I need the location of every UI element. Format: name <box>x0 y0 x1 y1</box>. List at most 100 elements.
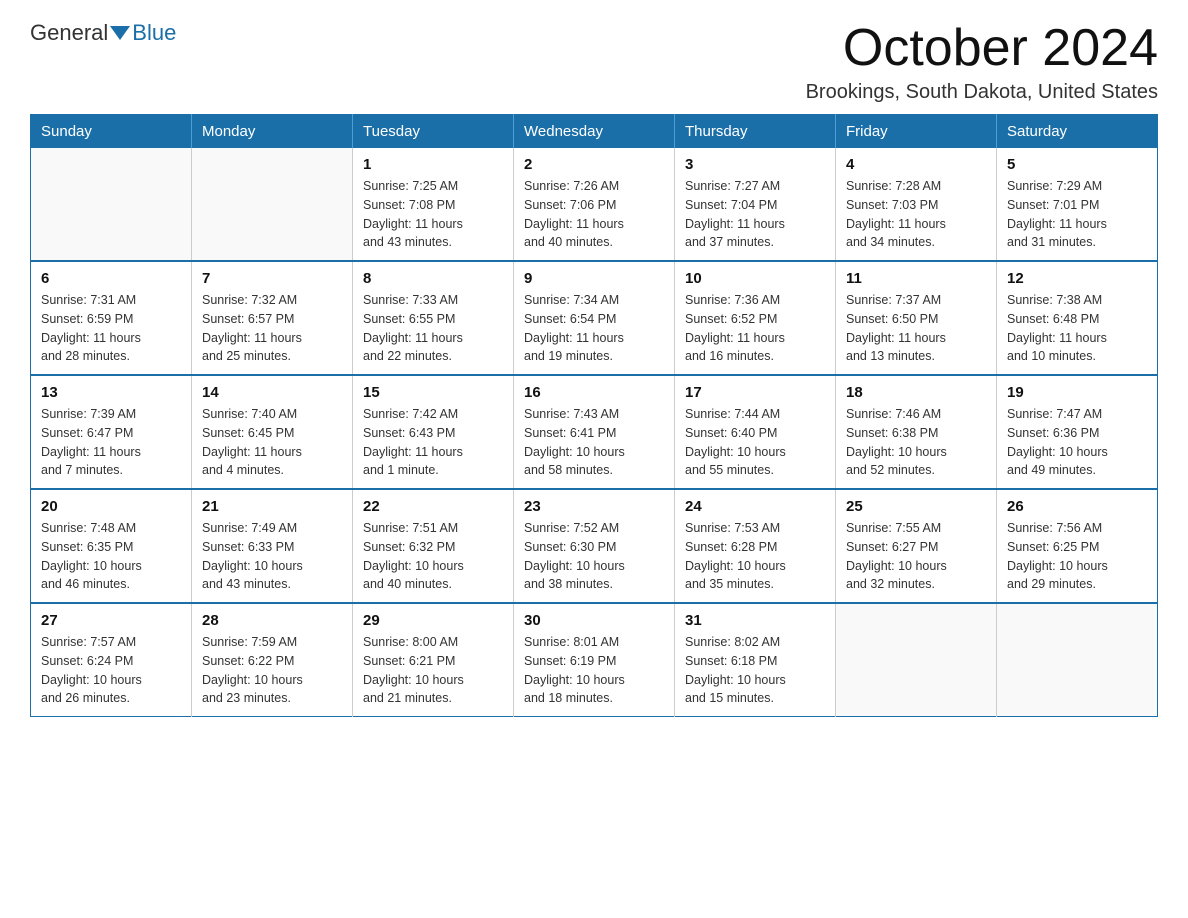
day-info: Sunrise: 7:31 AM Sunset: 6:59 PM Dayligh… <box>41 291 181 366</box>
day-number: 28 <box>202 612 342 629</box>
calendar-cell: 5 Sunrise: 7:29 AM Sunset: 7:01 PM Daylig… <box>997 148 1158 261</box>
calendar-cell: 11Sunrise: 7:37 AM Sunset: 6:50 PM Dayli… <box>836 261 997 375</box>
day-info: Sunrise: 7:49 AM Sunset: 6:33 PM Dayligh… <box>202 519 342 594</box>
day-info: Sunrise: 7:55 AM Sunset: 6:27 PM Dayligh… <box>846 519 986 594</box>
calendar-cell <box>997 603 1158 717</box>
day-info: Sunrise: 7:53 AM Sunset: 6:28 PM Dayligh… <box>685 519 825 594</box>
day-header-monday: Monday <box>192 115 353 149</box>
week-row-2: 6 Sunrise: 7:31 AM Sunset: 6:59 PM Daylig… <box>31 261 1158 375</box>
calendar-cell: 2 Sunrise: 7:26 AM Sunset: 7:06 PM Daylig… <box>514 148 675 261</box>
day-header-sunday: Sunday <box>31 115 192 149</box>
day-info: Sunrise: 7:57 AM Sunset: 6:24 PM Dayligh… <box>41 633 181 708</box>
day-header-wednesday: Wednesday <box>514 115 675 149</box>
calendar-cell: 8Sunrise: 7:33 AM Sunset: 6:55 PM Daylig… <box>353 261 514 375</box>
calendar-cell <box>31 148 192 261</box>
day-number: 27 <box>41 612 181 629</box>
location-subtitle: Brookings, South Dakota, United States <box>806 81 1158 104</box>
calendar-cell: 23 Sunrise: 7:52 AM Sunset: 6:30 PM Dayli… <box>514 489 675 603</box>
day-number: 30 <box>524 612 664 629</box>
day-number: 10 <box>685 270 825 287</box>
calendar-cell: 27 Sunrise: 7:57 AM Sunset: 6:24 PM Dayli… <box>31 603 192 717</box>
day-number: 20 <box>41 498 181 515</box>
day-number: 8 <box>363 270 503 287</box>
calendar-cell: 7 Sunrise: 7:32 AM Sunset: 6:57 PM Daylig… <box>192 261 353 375</box>
day-info: Sunrise: 7:28 AM Sunset: 7:03 PM Dayligh… <box>846 177 986 252</box>
calendar-header: SundayMondayTuesdayWednesdayThursdayFrid… <box>31 115 1158 149</box>
day-info: Sunrise: 7:26 AM Sunset: 7:06 PM Dayligh… <box>524 177 664 252</box>
day-header-tuesday: Tuesday <box>353 115 514 149</box>
logo-general-text: General <box>30 20 108 46</box>
logo-blue-text: Blue <box>132 20 176 46</box>
calendar-cell: 12Sunrise: 7:38 AM Sunset: 6:48 PM Dayli… <box>997 261 1158 375</box>
day-number: 17 <box>685 384 825 401</box>
day-number: 22 <box>363 498 503 515</box>
day-number: 9 <box>524 270 664 287</box>
day-number: 23 <box>524 498 664 515</box>
calendar-cell: 28 Sunrise: 7:59 AM Sunset: 6:22 PM Dayli… <box>192 603 353 717</box>
day-info: Sunrise: 7:40 AM Sunset: 6:45 PM Dayligh… <box>202 405 342 480</box>
logo-arrow-icon <box>110 26 130 40</box>
calendar-cell <box>192 148 353 261</box>
day-info: Sunrise: 7:27 AM Sunset: 7:04 PM Dayligh… <box>685 177 825 252</box>
calendar-cell: 31 Sunrise: 8:02 AM Sunset: 6:18 PM Dayli… <box>675 603 836 717</box>
day-number: 21 <box>202 498 342 515</box>
day-header-saturday: Saturday <box>997 115 1158 149</box>
day-info: Sunrise: 7:59 AM Sunset: 6:22 PM Dayligh… <box>202 633 342 708</box>
day-info: Sunrise: 7:56 AM Sunset: 6:25 PM Dayligh… <box>1007 519 1147 594</box>
calendar-cell: 29 Sunrise: 8:00 AM Sunset: 6:21 PM Dayli… <box>353 603 514 717</box>
calendar-cell: 6 Sunrise: 7:31 AM Sunset: 6:59 PM Daylig… <box>31 261 192 375</box>
logo: General Blue <box>30 20 176 46</box>
day-number: 2 <box>524 156 664 173</box>
week-row-1: 1Sunrise: 7:25 AM Sunset: 7:08 PM Daylig… <box>31 148 1158 261</box>
calendar-cell: 14 Sunrise: 7:40 AM Sunset: 6:45 PM Dayli… <box>192 375 353 489</box>
day-info: Sunrise: 7:39 AM Sunset: 6:47 PM Dayligh… <box>41 405 181 480</box>
day-info: Sunrise: 7:29 AM Sunset: 7:01 PM Dayligh… <box>1007 177 1147 252</box>
calendar-cell: 30 Sunrise: 8:01 AM Sunset: 6:19 PM Dayli… <box>514 603 675 717</box>
page-header: General Blue October 2024 Brookings, Sou… <box>30 20 1158 104</box>
week-row-4: 20 Sunrise: 7:48 AM Sunset: 6:35 PM Dayli… <box>31 489 1158 603</box>
day-number: 12 <box>1007 270 1147 287</box>
day-info: Sunrise: 7:48 AM Sunset: 6:35 PM Dayligh… <box>41 519 181 594</box>
calendar-cell: 10 Sunrise: 7:36 AM Sunset: 6:52 PM Dayli… <box>675 261 836 375</box>
calendar-cell: 4 Sunrise: 7:28 AM Sunset: 7:03 PM Daylig… <box>836 148 997 261</box>
day-number: 1 <box>363 156 503 173</box>
calendar-cell: 20 Sunrise: 7:48 AM Sunset: 6:35 PM Dayli… <box>31 489 192 603</box>
calendar-cell: 1Sunrise: 7:25 AM Sunset: 7:08 PM Daylig… <box>353 148 514 261</box>
calendar-cell: 24Sunrise: 7:53 AM Sunset: 6:28 PM Dayli… <box>675 489 836 603</box>
day-info: Sunrise: 8:02 AM Sunset: 6:18 PM Dayligh… <box>685 633 825 708</box>
day-number: 13 <box>41 384 181 401</box>
day-number: 4 <box>846 156 986 173</box>
calendar-cell: 17Sunrise: 7:44 AM Sunset: 6:40 PM Dayli… <box>675 375 836 489</box>
day-header-thursday: Thursday <box>675 115 836 149</box>
day-number: 14 <box>202 384 342 401</box>
day-info: Sunrise: 8:00 AM Sunset: 6:21 PM Dayligh… <box>363 633 503 708</box>
day-info: Sunrise: 7:36 AM Sunset: 6:52 PM Dayligh… <box>685 291 825 366</box>
month-title: October 2024 <box>806 20 1158 77</box>
calendar-cell: 19Sunrise: 7:47 AM Sunset: 6:36 PM Dayli… <box>997 375 1158 489</box>
week-row-5: 27 Sunrise: 7:57 AM Sunset: 6:24 PM Dayli… <box>31 603 1158 717</box>
calendar-cell: 25 Sunrise: 7:55 AM Sunset: 6:27 PM Dayli… <box>836 489 997 603</box>
calendar-cell: 3Sunrise: 7:27 AM Sunset: 7:04 PM Daylig… <box>675 148 836 261</box>
day-info: Sunrise: 7:37 AM Sunset: 6:50 PM Dayligh… <box>846 291 986 366</box>
day-number: 5 <box>1007 156 1147 173</box>
day-number: 6 <box>41 270 181 287</box>
day-info: Sunrise: 8:01 AM Sunset: 6:19 PM Dayligh… <box>524 633 664 708</box>
day-info: Sunrise: 7:46 AM Sunset: 6:38 PM Dayligh… <box>846 405 986 480</box>
calendar-cell: 13 Sunrise: 7:39 AM Sunset: 6:47 PM Dayli… <box>31 375 192 489</box>
day-header-friday: Friday <box>836 115 997 149</box>
day-number: 18 <box>846 384 986 401</box>
calendar-table: SundayMondayTuesdayWednesdayThursdayFrid… <box>30 114 1158 717</box>
day-info: Sunrise: 7:51 AM Sunset: 6:32 PM Dayligh… <box>363 519 503 594</box>
day-info: Sunrise: 7:32 AM Sunset: 6:57 PM Dayligh… <box>202 291 342 366</box>
calendar-cell: 26Sunrise: 7:56 AM Sunset: 6:25 PM Dayli… <box>997 489 1158 603</box>
day-number: 7 <box>202 270 342 287</box>
day-number: 29 <box>363 612 503 629</box>
day-info: Sunrise: 7:52 AM Sunset: 6:30 PM Dayligh… <box>524 519 664 594</box>
calendar-cell: 16Sunrise: 7:43 AM Sunset: 6:41 PM Dayli… <box>514 375 675 489</box>
calendar-cell: 22 Sunrise: 7:51 AM Sunset: 6:32 PM Dayli… <box>353 489 514 603</box>
day-number: 31 <box>685 612 825 629</box>
day-number: 25 <box>846 498 986 515</box>
day-info: Sunrise: 7:47 AM Sunset: 6:36 PM Dayligh… <box>1007 405 1147 480</box>
calendar-cell: 9Sunrise: 7:34 AM Sunset: 6:54 PM Daylig… <box>514 261 675 375</box>
calendar-cell <box>836 603 997 717</box>
